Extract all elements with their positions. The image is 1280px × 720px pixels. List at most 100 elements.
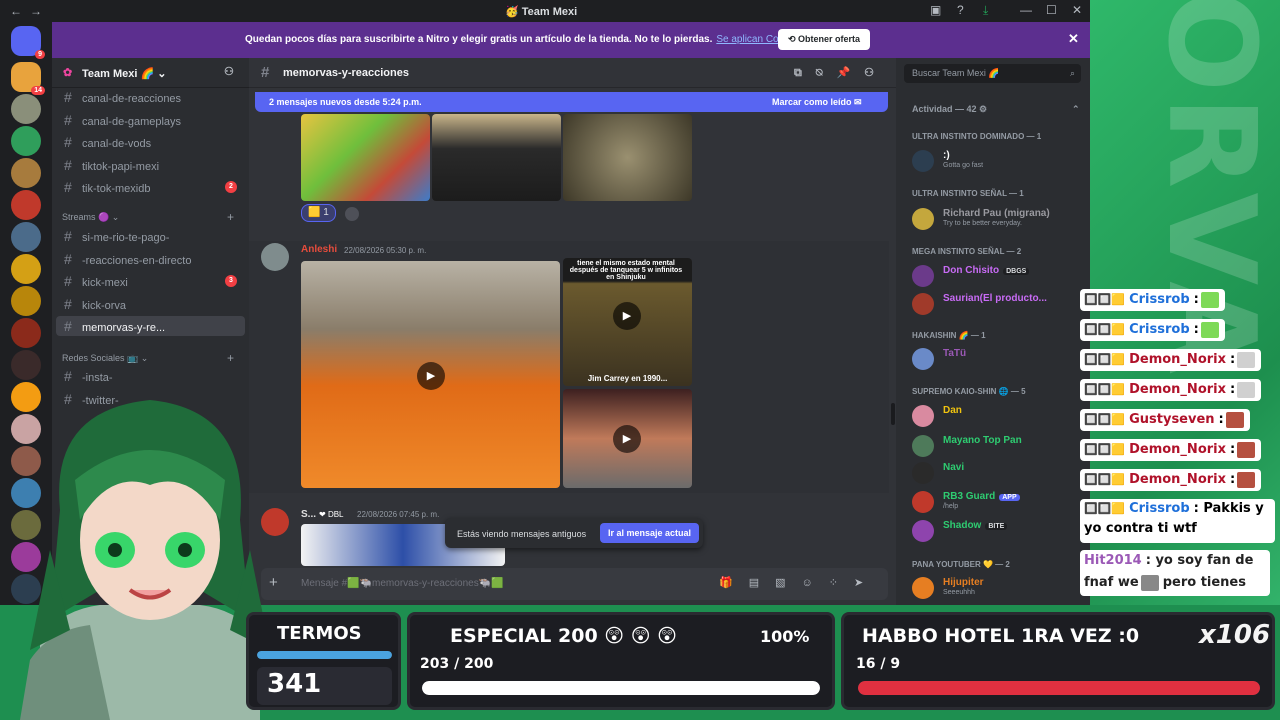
scrollbar[interactable] [891, 403, 895, 425]
member-name: Richard Pau (migrana) [943, 208, 1050, 219]
sidebar-channel[interactable]: # si-me-rio-te-pago- [56, 226, 245, 246]
member-item[interactable]: :) Gotta go fast [912, 148, 1082, 174]
chat-emote-icon [1200, 321, 1219, 338]
back-forward-icon[interactable]: ←→ [10, 4, 50, 18]
meme-image[interactable] [563, 114, 692, 201]
sidebar-channel[interactable]: # canal-de-gameplays [56, 110, 245, 130]
chevron-up-icon[interactable]: ⌃ [1072, 104, 1080, 115]
send-icon[interactable]: ➤ [854, 577, 879, 589]
sidebar-channel[interactable]: # canal-de-reacciones [56, 87, 245, 107]
server-icon[interactable] [11, 222, 41, 252]
server-icon[interactable] [11, 190, 41, 220]
gif-icon[interactable]: ▤ [749, 577, 775, 589]
chat-username: Crissrob [1129, 292, 1190, 307]
message-author[interactable]: S... [301, 509, 316, 520]
meme-image[interactable] [301, 114, 430, 201]
invite-people-icon[interactable]: ⚇ [224, 65, 234, 78]
member-item[interactable]: Dan [912, 403, 1082, 429]
member-name: TaTü [943, 348, 966, 359]
member-item[interactable]: Richard Pau (migrana) Try to be better ev… [912, 206, 1082, 232]
video-attachment[interactable]: ▶ [301, 261, 560, 488]
download-icon[interactable]: ⤓ [983, 3, 988, 18]
member-item[interactable]: Navi [912, 460, 1082, 486]
server-header[interactable]: ✿ Team Mexi 🌈 ⌄ ⚇ [52, 58, 249, 88]
message-author[interactable]: Anleshi [301, 244, 337, 255]
chat-username: Demon_Norix [1129, 442, 1226, 457]
sidebar-channel[interactable]: # kick-mexi 3 [56, 271, 245, 291]
emoji-icon[interactable]: ☺ [802, 577, 829, 589]
play-icon[interactable]: ▶ [417, 362, 445, 390]
server-icon[interactable] [11, 254, 41, 284]
especial-count: 203 / 200 [420, 656, 494, 672]
avatar [912, 577, 934, 599]
message-composer[interactable]: + Mensaje #🟩🐃memorvas-y-reacciones🐃🟩 🎁▤▧… [261, 568, 888, 600]
gift-icon[interactable]: 🎁 [719, 577, 749, 589]
role-tag: ❤ DBL [319, 510, 344, 519]
activity-header[interactable]: Actividad — 42 ⚙ ⌃ [912, 104, 1080, 115]
mute-icon[interactable]: ⍉ [816, 67, 837, 79]
reaction-chip[interactable]: 🟨 1 [301, 204, 336, 222]
server-icon[interactable] [11, 126, 41, 156]
sidebar-channel[interactable]: # tiktok-papi-mexi [56, 155, 245, 175]
help-icon[interactable]: ? [957, 3, 964, 17]
mark-as-read-button[interactable]: Marcar como leído ✉ [772, 97, 862, 108]
sidebar-channel[interactable]: # -insta- [56, 366, 245, 386]
new-messages-bar[interactable]: 2 mensajes nuevos desde 5:24 p.m. Marcar… [255, 92, 888, 112]
member-item[interactable]: Saurian(El producto... [912, 291, 1082, 317]
overlay-chat-message: 🔲🔲🟨 Gustyseven: [1080, 409, 1250, 431]
close-banner-icon[interactable]: ✕ [1068, 31, 1079, 47]
server-icon[interactable] [11, 286, 41, 316]
threads-icon[interactable]: ⧉ [794, 67, 816, 79]
play-icon[interactable]: ▶ [613, 425, 641, 453]
hashtag-icon: # [64, 228, 72, 244]
termos-widget: TERMOS 341 [246, 612, 401, 710]
server-icon[interactable] [11, 94, 41, 124]
get-offer-button[interactable]: ⟲ Obtener oferta [778, 29, 871, 50]
server-icon[interactable] [11, 318, 41, 348]
search-input[interactable]: Buscar Team Mexi 🌈 ⌕ [904, 64, 1081, 83]
nitro-offer-banner: Quedan pocos días para suscribirte a Nit… [52, 22, 1090, 58]
maximize-icon[interactable]: ☐ [1046, 3, 1057, 17]
server-icon[interactable] [11, 158, 41, 188]
discord-home-icon[interactable]: 9 [11, 26, 45, 59]
sidebar-channel[interactable]: # tik-tok-mexidb 2 [56, 177, 245, 197]
members-icon[interactable]: ⚇ [864, 67, 888, 79]
add-reaction-icon[interactable] [345, 207, 359, 221]
member-item[interactable]: Hijupiter Seeeuhhh [912, 575, 1082, 601]
member-name-text: Shadow [943, 520, 982, 531]
avatar[interactable] [261, 243, 289, 271]
member-item[interactable]: Don Chisito DBGS [912, 263, 1082, 289]
member-item[interactable]: Mayano Top Pan [912, 433, 1082, 459]
inbox-icon[interactable]: ▣ [930, 3, 941, 17]
minimize-icon[interactable]: — [1020, 3, 1032, 17]
habbo-count: 16 / 9 [856, 656, 901, 672]
add-channel-icon[interactable]: + [227, 351, 234, 365]
member-group-header: PANA YOUTUBER 💛 — 2 [912, 560, 1010, 569]
especial-bar-fill [422, 681, 820, 695]
video-attachment[interactable]: ▶ [563, 389, 692, 488]
close-window-icon[interactable]: ✕ [1072, 3, 1082, 17]
meme-image[interactable] [432, 114, 561, 201]
member-item[interactable]: Shadow BITE [912, 518, 1082, 544]
pin-icon[interactable]: 📌 [836, 67, 864, 79]
server-icon[interactable] [11, 350, 41, 380]
video-attachment[interactable]: tiene el mismo estado mental después de … [563, 258, 692, 386]
member-item[interactable]: TaTü [912, 346, 1082, 372]
sidebar-channel[interactable]: # memorvas-y-re... [56, 316, 245, 336]
apps-icon[interactable]: ⁘ [829, 577, 854, 589]
category-social[interactable]: Redes Sociales 📺 ⌄ + [62, 351, 234, 365]
add-channel-icon[interactable]: + [227, 210, 234, 224]
server-icon-team-mexi[interactable]: 14 [11, 62, 45, 95]
hashtag-icon: # [64, 156, 72, 173]
avatar [912, 348, 934, 370]
header-tools: ⧉⍉📌⚇ [794, 66, 888, 80]
sidebar-channel[interactable]: # canal-de-vods [56, 132, 245, 152]
jump-to-present-button[interactable]: Ir al mensaje actual [600, 523, 700, 543]
member-name: Don Chisito DBGS [943, 265, 1030, 276]
sidebar-channel[interactable]: # kick-orva [56, 294, 245, 314]
sticker-icon[interactable]: ▧ [775, 577, 801, 589]
member-item[interactable]: RB3 Guard APP/help [912, 489, 1082, 515]
category-streams[interactable]: Streams 🟣 ⌄ + [62, 210, 234, 224]
play-icon[interactable]: ▶ [613, 302, 641, 330]
sidebar-channel[interactable]: # -reacciones-en-directo [56, 249, 245, 269]
